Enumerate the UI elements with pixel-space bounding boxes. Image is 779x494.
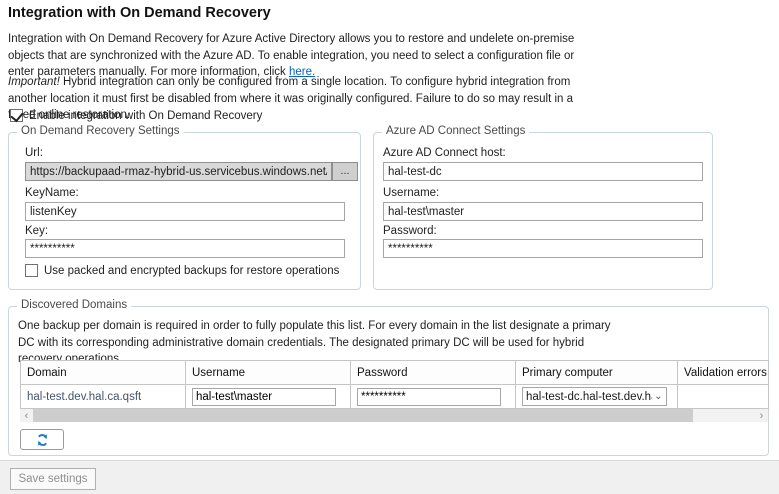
enable-integration-checkbox[interactable]: Enable integration with On Demand Recove… bbox=[10, 109, 262, 122]
scroll-right-icon[interactable]: › bbox=[755, 409, 768, 422]
footer-bar: Save settings bbox=[0, 460, 779, 494]
aad-username-input[interactable] bbox=[383, 202, 703, 221]
packed-backups-checkbox[interactable]: Use packed and encrypted backups for res… bbox=[25, 264, 339, 277]
aad-host-input[interactable] bbox=[383, 162, 703, 181]
col-password: Password bbox=[351, 361, 516, 385]
keyname-input[interactable] bbox=[25, 202, 345, 221]
domains-table-header: Domain Username Password Primary compute… bbox=[21, 361, 769, 385]
domain-username-input[interactable] bbox=[192, 388, 336, 406]
chevron-down-icon: ⌄ bbox=[654, 391, 662, 402]
refresh-domains-button[interactable] bbox=[20, 429, 64, 450]
domains-table: Domain Username Password Primary compute… bbox=[20, 360, 769, 409]
aad-connect-settings-legend: Azure AD Connect Settings bbox=[382, 125, 529, 137]
key-label: Key: bbox=[25, 225, 48, 237]
refresh-icon bbox=[35, 433, 50, 447]
enable-integration-label: Enable integration with On Demand Recove… bbox=[29, 110, 262, 122]
aad-password-label: Password: bbox=[383, 225, 437, 237]
packed-backups-label: Use packed and encrypted backups for res… bbox=[44, 265, 339, 277]
checkbox-unchecked-icon[interactable] bbox=[25, 264, 38, 277]
scroll-left-icon[interactable]: ‹ bbox=[20, 409, 33, 422]
table-row: hal-test.dev.hal.ca.qsft hal-test-dc.hal… bbox=[21, 385, 769, 409]
aad-password-input[interactable] bbox=[383, 239, 703, 258]
domain-password-input[interactable] bbox=[357, 388, 501, 406]
scrollbar-thumb[interactable] bbox=[33, 409, 693, 422]
col-username: Username bbox=[186, 361, 351, 385]
key-input[interactable] bbox=[25, 239, 345, 258]
integration-settings-page: Integration with On Demand Recovery Inte… bbox=[0, 0, 779, 494]
aad-username-label: Username: bbox=[383, 187, 439, 199]
save-settings-button[interactable]: Save settings bbox=[10, 468, 96, 490]
scrollbar-track[interactable] bbox=[33, 409, 755, 422]
keyname-label: KeyName: bbox=[25, 187, 79, 199]
page-title: Integration with On Demand Recovery bbox=[8, 5, 271, 21]
col-validation-errors: Validation errors bbox=[678, 361, 769, 385]
url-label: Url: bbox=[25, 147, 43, 159]
col-domain: Domain bbox=[21, 361, 186, 385]
url-input[interactable] bbox=[25, 162, 332, 181]
odr-settings-legend: On Demand Recovery Settings bbox=[17, 125, 184, 137]
browse-url-button[interactable]: ... bbox=[332, 162, 358, 181]
important-label: Important! bbox=[8, 76, 60, 88]
checkbox-checked-icon[interactable] bbox=[10, 109, 23, 122]
discovered-domains-legend: Discovered Domains bbox=[17, 299, 131, 311]
col-primary-computer: Primary computer bbox=[516, 361, 678, 385]
table-horizontal-scrollbar[interactable]: ‹ › bbox=[20, 409, 768, 422]
domain-name: hal-test.dev.hal.ca.qsft bbox=[27, 391, 141, 403]
primary-computer-select[interactable]: hal-test-dc.hal-test.dev.hal.ca.qsf ⌄ bbox=[522, 387, 667, 406]
aad-host-label: Azure AD Connect host: bbox=[383, 147, 506, 159]
primary-computer-value: hal-test-dc.hal-test.dev.hal.ca.qsf bbox=[526, 391, 652, 403]
